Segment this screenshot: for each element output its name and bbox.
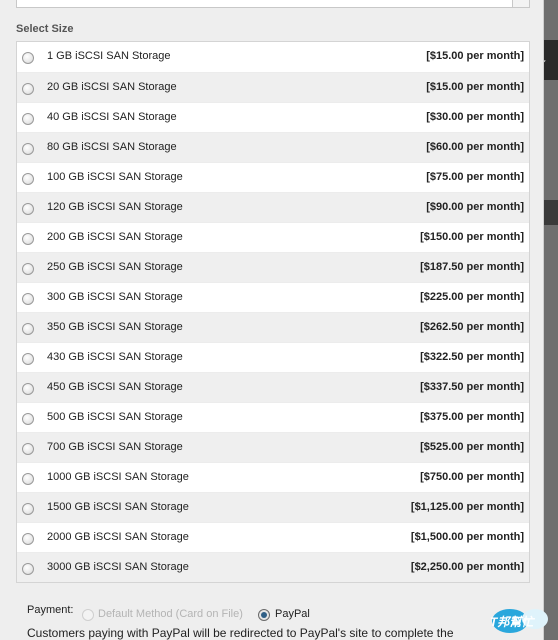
scrollbar[interactable] [512,0,529,7]
size-radio[interactable] [22,203,34,215]
size-price: [$337.50 per month] [420,381,524,393]
size-label: 200 GB iSCSI SAN Storage [47,231,183,243]
size-label: 120 GB iSCSI SAN Storage [47,201,183,213]
size-option-row[interactable]: 200 GB iSCSI SAN Storage [$150.00 per mon… [17,222,529,252]
size-price: [$75.00 per month] [426,171,524,183]
size-radio[interactable] [22,173,34,185]
size-option-row[interactable]: 1 GB iSCSI SAN Storage [$15.00 per month] [17,42,529,72]
payment-default-label: Default Method (Card on File) [98,608,243,620]
size-label: 100 GB iSCSI SAN Storage [47,171,183,183]
size-price: [$15.00 per month] [426,81,524,93]
size-option-row[interactable]: 80 GB iSCSI SAN Storage [$60.00 per month… [17,132,529,162]
size-price: [$60.00 per month] [426,141,524,153]
size-label: 350 GB iSCSI SAN Storage [47,321,183,333]
size-price: [$375.00 per month] [420,411,524,423]
size-option-row[interactable]: 1000 GB iSCSI SAN Storage [$750.00 per mo… [17,462,529,492]
size-label: 1 GB iSCSI SAN Storage [47,50,171,62]
size-radio[interactable] [22,473,34,485]
size-radio[interactable] [22,383,34,395]
size-price: [$15.00 per month] [426,50,524,62]
size-price: [$262.50 per month] [420,321,524,333]
payment-paypal-label[interactable]: PayPal [275,608,310,620]
size-option-row[interactable]: 1500 GB iSCSI SAN Storage [$1,125.00 per … [17,492,529,522]
size-radio[interactable] [22,233,34,245]
size-radio[interactable] [22,503,34,515]
size-price: [$1,500.00 per month] [410,531,524,543]
size-option-row[interactable]: 300 GB iSCSI SAN Storage [$225.00 per mon… [17,282,529,312]
size-radio[interactable] [22,293,34,305]
size-radio[interactable] [22,413,34,425]
size-option-row[interactable]: 2000 GB iSCSI SAN Storage [$1,500.00 per … [17,522,529,552]
size-radio[interactable] [22,113,34,125]
size-option-row[interactable]: 100 GB iSCSI SAN Storage [$75.00 per mont… [17,162,529,192]
size-list: 1 GB iSCSI SAN Storage [$15.00 per month]… [16,41,530,583]
paypal-note: Customers paying with PayPal will be red… [27,626,454,640]
size-price: [$150.00 per month] [420,231,524,243]
size-radio[interactable] [22,52,34,64]
size-label: 2000 GB iSCSI SAN Storage [47,531,189,543]
size-option-row[interactable]: 430 GB iSCSI SAN Storage [$322.50 per mon… [17,342,529,372]
size-label: 20 GB iSCSI SAN Storage [47,81,177,93]
order-dialog: Select Size 1 GB iSCSI SAN Storage [$15.0… [0,0,544,640]
size-price: [$1,125.00 per month] [410,501,524,513]
size-option-row[interactable]: 250 GB iSCSI SAN Storage [$187.50 per mon… [17,252,529,282]
size-radio[interactable] [22,353,34,365]
size-label: 1500 GB iSCSI SAN Storage [47,501,189,513]
size-option-row[interactable]: 700 GB iSCSI SAN Storage [$525.00 per mon… [17,432,529,462]
size-option-row[interactable]: 120 GB iSCSI SAN Storage [$90.00 per mont… [17,192,529,222]
size-label: 700 GB iSCSI SAN Storage [47,441,183,453]
size-price: [$750.00 per month] [420,471,524,483]
size-price: [$525.00 per month] [420,441,524,453]
size-price: [$225.00 per month] [420,291,524,303]
previous-field[interactable] [16,0,530,8]
size-option-row[interactable]: 40 GB iSCSI SAN Storage [$30.00 per month… [17,102,529,132]
site-logo: iT邦幫忙 [490,609,548,633]
size-radio[interactable] [22,533,34,545]
size-label: 430 GB iSCSI SAN Storage [47,351,183,363]
size-price: [$187.50 per month] [420,261,524,273]
size-radio[interactable] [22,263,34,275]
size-price: [$322.50 per month] [420,351,524,363]
payment-paypal-radio[interactable] [258,609,270,621]
size-label: 1000 GB iSCSI SAN Storage [47,471,189,483]
size-option-row[interactable]: 3000 GB iSCSI SAN Storage [$2,250.00 per … [17,552,529,582]
size-label: 300 GB iSCSI SAN Storage [47,291,183,303]
logo-text: iT邦幫忙 [490,615,535,629]
size-radio[interactable] [22,323,34,335]
payment-label: Payment: [27,604,74,616]
size-price: [$90.00 per month] [426,201,524,213]
section-title: Select Size [16,23,74,35]
payment-default-radio[interactable] [82,609,94,621]
size-radio[interactable] [22,443,34,455]
size-option-row[interactable]: 450 GB iSCSI SAN Storage [$337.50 per mon… [17,372,529,402]
size-option-row[interactable]: 20 GB iSCSI SAN Storage [$15.00 per month… [17,72,529,102]
size-label: 80 GB iSCSI SAN Storage [47,141,177,153]
size-label: 250 GB iSCSI SAN Storage [47,261,183,273]
size-label: 40 GB iSCSI SAN Storage [47,111,177,123]
size-radio[interactable] [22,143,34,155]
size-label: 3000 GB iSCSI SAN Storage [47,561,189,573]
size-option-row[interactable]: 500 GB iSCSI SAN Storage [$375.00 per mon… [17,402,529,432]
size-price: [$30.00 per month] [426,111,524,123]
size-radio[interactable] [22,563,34,575]
size-radio[interactable] [22,83,34,95]
size-label: 500 GB iSCSI SAN Storage [47,411,183,423]
size-label: 450 GB iSCSI SAN Storage [47,381,183,393]
size-price: [$2,250.00 per month] [410,561,524,573]
size-option-row[interactable]: 350 GB iSCSI SAN Storage [$262.50 per mon… [17,312,529,342]
